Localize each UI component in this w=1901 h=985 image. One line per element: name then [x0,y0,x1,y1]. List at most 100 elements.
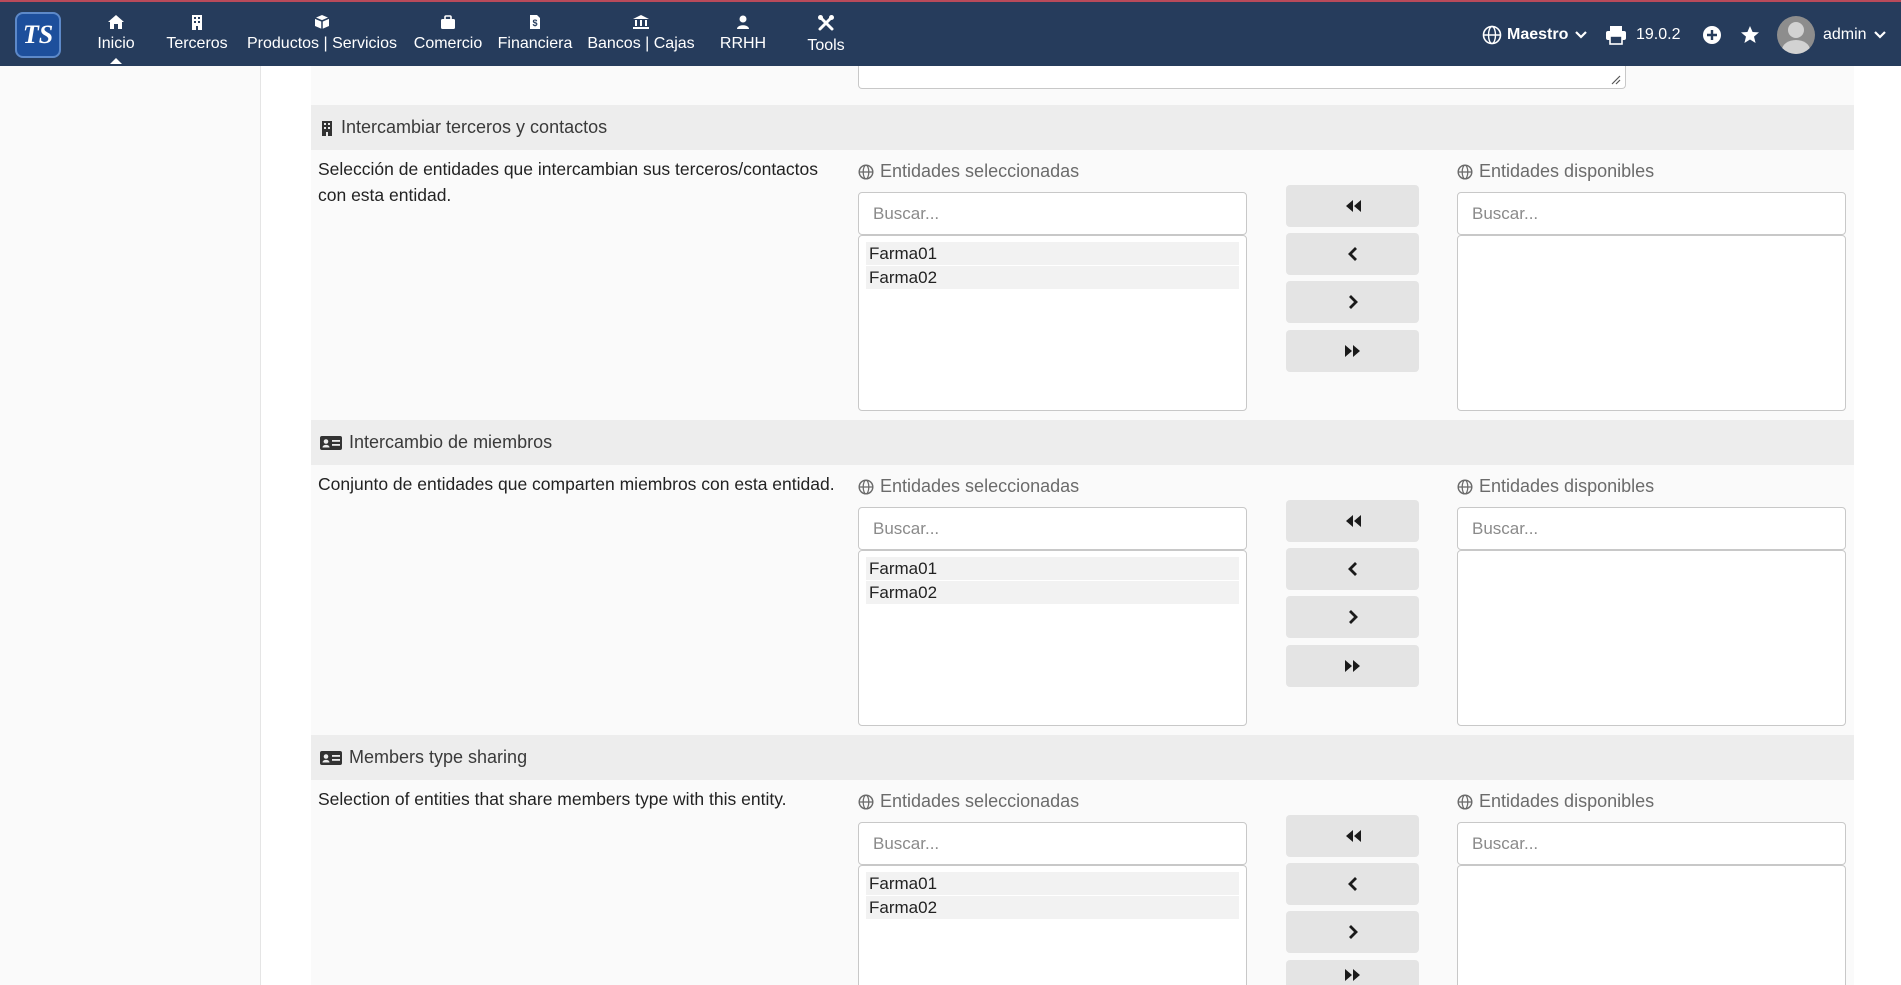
section-title: Intercambiar terceros y contactos [341,117,608,137]
nav-item-financiera[interactable]: $ Financiera [497,12,573,60]
selected-search-input[interactable] [858,822,1247,865]
print-button[interactable] [1605,2,1627,68]
plus-circle-icon [1703,26,1721,44]
nav-label: RRHH [719,35,767,52]
selected-entities-title: Entidades seleccionadas [858,161,1079,182]
selected-entities-list[interactable]: Farma01 Farma02 [858,865,1247,985]
available-entities-list[interactable] [1457,865,1846,985]
chevron-down-icon [1873,31,1886,39]
col-title-text: Entidades seleccionadas [880,476,1080,496]
available-entities-title: Entidades disponibles [1457,791,1654,812]
double-chevron-right-icon [1344,660,1360,672]
nav-item-productos-servicios[interactable]: Productos | Servicios [246,12,398,60]
list-item[interactable]: Farma02 [866,896,1239,919]
section-header-terceros: Intercambiar terceros y contactos [311,105,1854,150]
textarea-bottom[interactable] [858,66,1626,89]
svg-text:$: $ [532,18,537,28]
nav-label: Financiera [497,35,573,52]
building-icon [320,120,334,136]
available-search-input[interactable] [1457,192,1846,235]
available-search-input[interactable] [1457,822,1846,865]
chevron-right-icon [1348,610,1358,624]
entity-name: Maestro [1507,26,1569,43]
available-entities-list[interactable] [1457,235,1846,411]
move-all-left-button[interactable] [1286,500,1419,542]
double-chevron-left-icon [1345,515,1361,527]
double-chevron-right-icon [1344,345,1360,357]
entity-selector[interactable]: Maestro [1482,2,1588,68]
available-search-input[interactable] [1457,507,1846,550]
section-title: Intercambio de miembros [349,432,553,452]
nav-item-terceros[interactable]: Terceros [162,12,232,60]
move-all-left-button[interactable] [1286,815,1419,857]
col-title-text: Entidades disponibles [1479,791,1655,811]
bank-icon [633,15,649,29]
list-item[interactable]: Farma01 [866,557,1239,580]
list-item[interactable]: Farma02 [866,581,1239,604]
logo-text: TS [22,20,54,49]
quick-add-button[interactable] [1702,2,1722,68]
selected-entities-list[interactable]: Farma01 Farma02 [858,550,1247,726]
col-title-text: Entidades disponibles [1479,161,1655,181]
app-logo[interactable]: TS [15,12,61,58]
tools-icon [818,15,834,31]
selected-entities-list[interactable]: Farma01 Farma02 [858,235,1247,411]
selected-entities-title: Entidades seleccionadas [858,791,1079,812]
selected-entities-title: Entidades seleccionadas [858,476,1079,497]
available-entities-title: Entidades disponibles [1457,476,1654,497]
selected-search-input[interactable] [858,507,1247,550]
version-text: 19.0.2 [1636,26,1681,43]
top-navbar: TS Inicio Terceros Productos | Servicios… [0,0,1901,66]
cube-icon [314,15,330,29]
list-item[interactable]: Farma02 [866,266,1239,289]
list-item[interactable]: Farma01 [866,872,1239,895]
nav-item-comercio[interactable]: Comercio [412,12,484,60]
invoice-icon: $ [530,15,540,29]
bookmarks-button[interactable] [1740,2,1760,68]
chevron-right-icon [1348,295,1358,309]
available-entities-title: Entidades disponibles [1457,161,1654,182]
move-left-button[interactable] [1286,548,1419,590]
nav-label: Bancos | Cajas [587,35,695,52]
move-left-button[interactable] [1286,863,1419,905]
chevron-down-icon [1575,31,1588,39]
col-title-text: Entidades disponibles [1479,476,1655,496]
selected-search-input[interactable] [858,192,1247,235]
star-icon [1741,26,1759,43]
home-icon [108,15,124,29]
move-right-button[interactable] [1286,911,1419,953]
move-all-right-button[interactable] [1286,960,1419,985]
list-item[interactable]: Farma01 [866,242,1239,265]
building-icon [192,15,202,30]
chevron-left-icon [1347,247,1357,261]
nav-item-bancos-cajas[interactable]: Bancos | Cajas [587,12,695,60]
move-all-right-button[interactable] [1286,330,1419,372]
section-description: Conjunto de entidades que comparten miem… [318,474,835,494]
globe-icon [858,793,874,810]
nav-item-inicio[interactable]: Inicio [88,12,144,64]
move-all-left-button[interactable] [1286,185,1419,227]
move-all-right-button[interactable] [1286,645,1419,687]
user-menu[interactable]: admin [1777,2,1887,68]
move-right-button[interactable] [1286,281,1419,323]
id-card-icon [320,750,342,766]
double-chevron-left-icon [1345,200,1361,212]
user-icon [737,15,749,29]
nav-item-rrhh[interactable]: RRHH [718,12,768,60]
nav-label: Comercio [413,35,483,52]
avatar [1777,16,1815,54]
version-label: 19.0.2 [1636,2,1680,68]
section-title: Members type sharing [349,747,528,767]
globe-icon [858,163,874,180]
section-description: Selection of entities that share members… [318,789,787,809]
nav-label: Inicio [97,35,135,52]
nav-item-tools[interactable]: Tools [800,12,852,60]
resize-handle-icon[interactable] [1611,75,1621,85]
available-entities-list[interactable] [1457,550,1846,726]
nav-label: Terceros [166,35,228,52]
chevron-left-icon [1347,562,1357,576]
move-left-button[interactable] [1286,233,1419,275]
section-description: Selección de entidades que intercambian … [318,159,819,205]
move-right-button[interactable] [1286,596,1419,638]
globe-icon [1457,478,1473,495]
